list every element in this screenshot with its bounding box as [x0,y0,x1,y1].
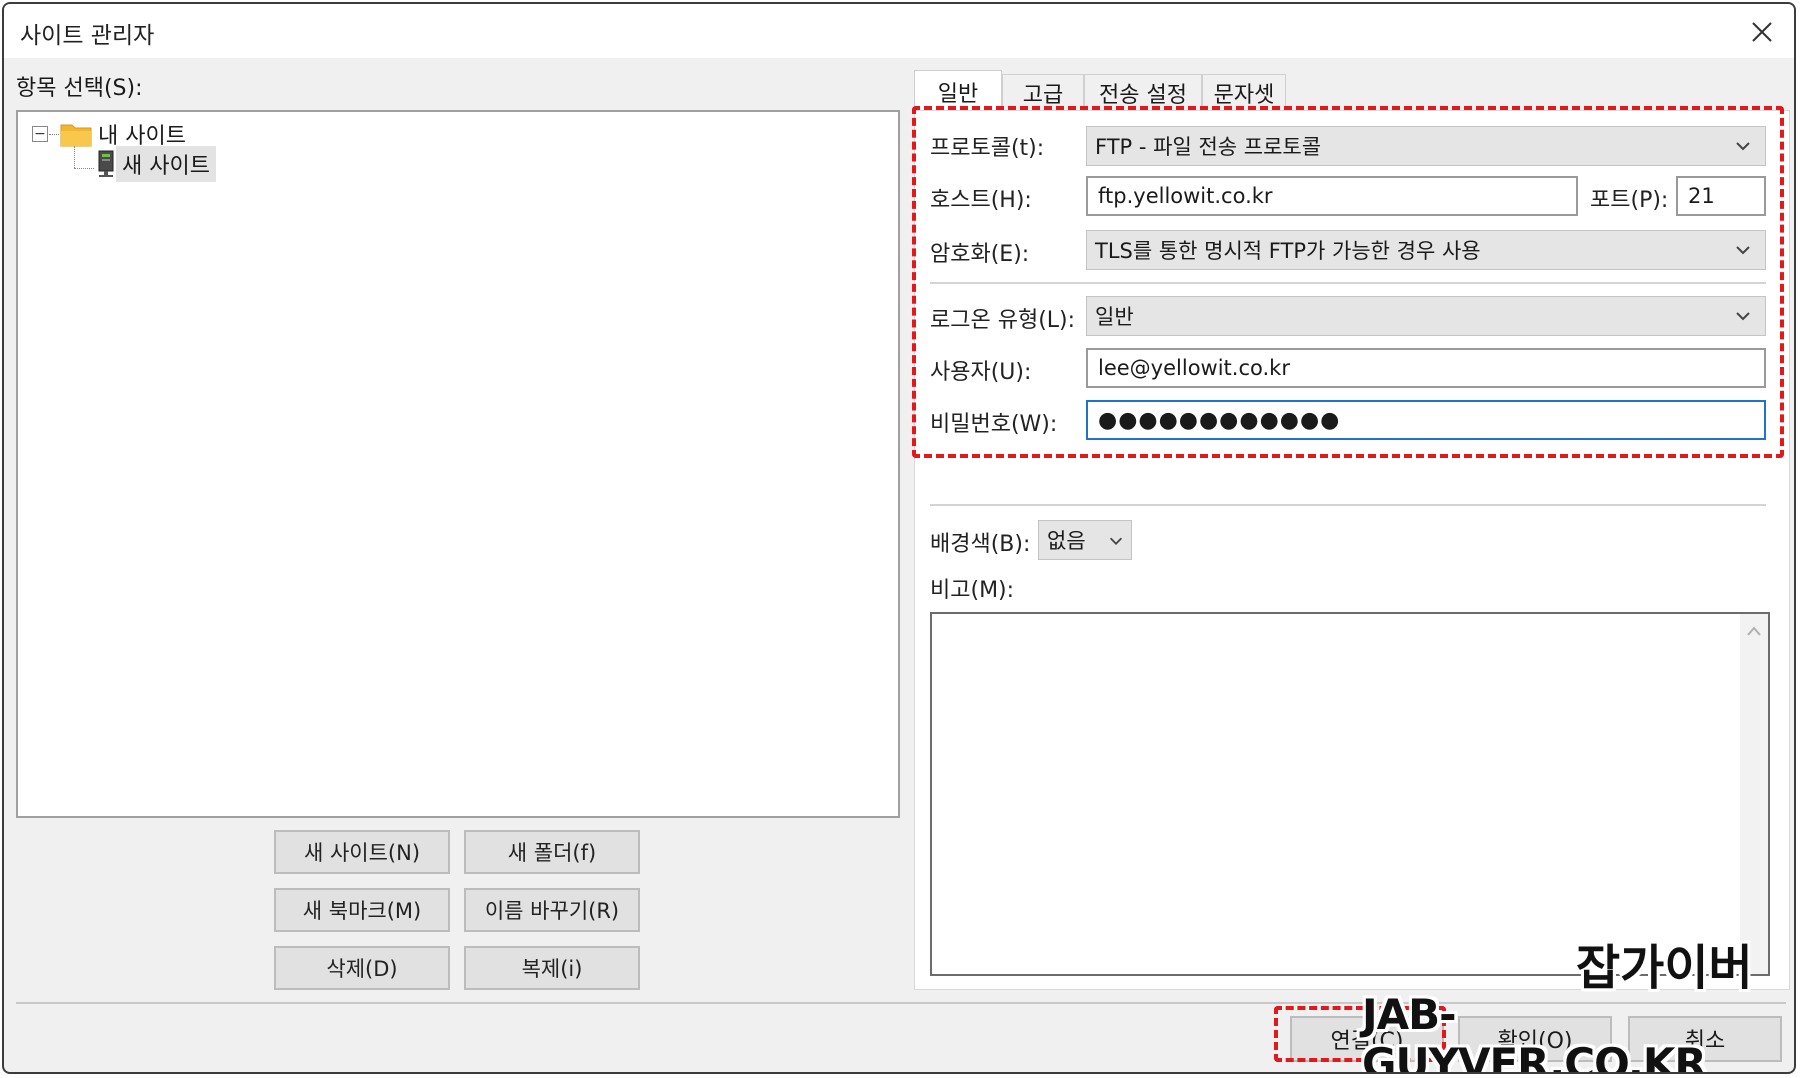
port-label: 포트(P): [1590,188,1669,213]
tree-connector [49,134,59,135]
encryption-select[interactable]: TLS를 통한 명시적 FTP가 가능한 경우 사용 [1086,230,1766,270]
watermark-english: JAB-GUYVER.CO.KR [1362,990,1707,1074]
new-bookmark-button[interactable]: 새 북마크(M) [274,888,450,932]
background-color-label: 배경색(B): [930,532,1031,557]
password-label: 비밀번호(W): [930,412,1058,437]
new-site-button[interactable]: 새 사이트(N) [274,830,450,874]
memo-textarea[interactable] [930,612,1770,976]
encryption-label: 암호화(E): [930,242,1030,267]
tab-advanced[interactable]: 고급 [1002,74,1084,110]
duplicate-button[interactable]: 복제(i) [464,946,640,990]
window-title: 사이트 관리자 [20,23,155,49]
logon-type-value: 일반 [1095,305,1134,329]
tab-charset[interactable]: 문자셋 [1202,74,1286,110]
chevron-down-icon [1109,537,1123,545]
user-label: 사용자(U): [930,360,1032,385]
server-icon [98,150,114,177]
close-icon [1752,22,1772,42]
protocol-value: FTP - 파일 전송 프로토콜 [1095,135,1322,159]
close-button[interactable] [1740,10,1784,54]
memo-scrollbar[interactable] [1740,614,1768,974]
site-tree[interactable]: − 내 사이트 새 사이트 [16,110,900,818]
protocol-label: 프로토콜(t): [930,136,1045,161]
memo-label: 비고(M): [930,578,1015,603]
port-input[interactable]: 21 [1676,176,1766,216]
tree-item-new-site[interactable]: 새 사이트 [96,146,216,182]
watermark-korean: 잡가이버 [1576,940,1753,996]
collapse-toggle[interactable]: − [32,126,48,142]
password-input[interactable]: ●●●●●●●●●●●● [1086,400,1766,440]
divider [930,504,1766,506]
tree-connector [74,168,94,169]
divider [930,282,1766,284]
tab-transfer-settings[interactable]: 전송 설정 [1084,74,1202,110]
delete-button[interactable]: 삭제(D) [274,946,450,990]
tab-general[interactable]: 일반 [914,70,1002,112]
chevron-down-icon [1736,142,1750,151]
scroll-up-icon[interactable] [1747,626,1761,636]
rename-button[interactable]: 이름 바꾸기(R) [464,888,640,932]
protocol-select[interactable]: FTP - 파일 전송 프로토콜 [1086,126,1766,166]
tree-item-label: 새 사이트 [116,146,216,182]
host-input[interactable]: ftp.yellowit.co.kr [1086,176,1578,216]
user-input[interactable]: lee@yellowit.co.kr [1086,348,1766,388]
background-color-select[interactable]: 없음 [1038,520,1132,560]
encryption-value: TLS를 통한 명시적 FTP가 가능한 경우 사용 [1095,239,1481,263]
title-bar: 사이트 관리자 [4,4,1794,58]
select-entry-label: 항목 선택(S): [16,76,143,101]
logon-type-select[interactable]: 일반 [1086,296,1766,336]
host-label: 호스트(H): [930,188,1032,213]
new-folder-button[interactable]: 새 폴더(f) [464,830,640,874]
folder-icon [60,124,92,147]
chevron-down-icon [1736,246,1750,255]
chevron-down-icon [1736,312,1750,321]
site-manager-window: 사이트 관리자 항목 선택(S): − 내 사이트 새 사이트 새 사이트(N)… [2,2,1796,1074]
logon-type-label: 로그온 유형(L): [930,308,1076,333]
background-color-value: 없음 [1047,529,1086,553]
